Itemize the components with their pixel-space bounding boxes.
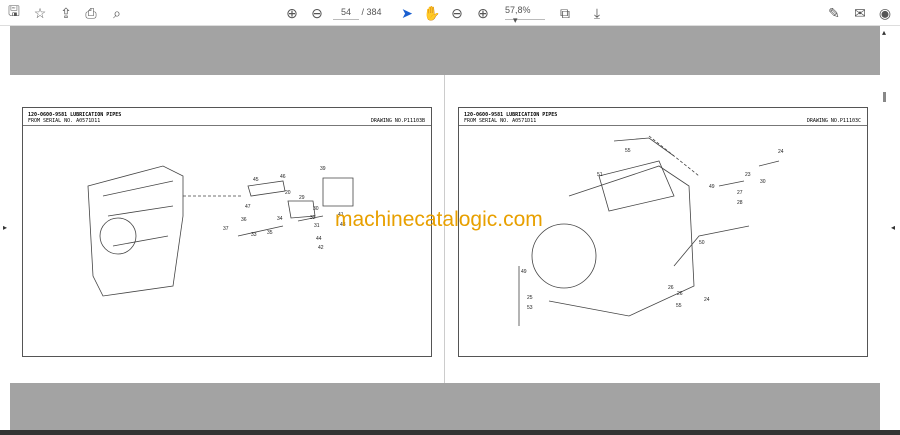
vertical-scrollbar[interactable]: ▴ ◂ [880,26,900,430]
parts-diagram-right: 55 51 24 23 30 49 27 28 50 49 25 26 26 5… [518,135,784,326]
part-label: 29 [299,195,305,201]
part-label: 53 [527,305,533,311]
left-panel-handle[interactable]: ▸ [0,26,10,430]
page-navigator: / 384 [333,5,382,20]
scroll-up-icon[interactable]: ▴ [882,28,886,37]
select-cursor-icon[interactable]: ➤ [397,3,417,23]
part-label: 20 [285,190,291,196]
hand-tool-icon[interactable]: ✋ [422,3,442,23]
bookmark-star-icon[interactable]: ☆ [30,3,50,23]
part-label: 31 [314,223,320,229]
page-number-input[interactable] [333,5,359,20]
drawing-number: DRAWING NO.P11103B [370,118,425,124]
chevron-down-icon: ▾ [513,15,518,25]
drawing-number: DRAWING NO.P11103C [806,118,861,124]
scrolling-mode-icon[interactable]: ⤓ [587,3,607,23]
bottom-bar [0,430,900,435]
part-label: 26 [677,291,683,297]
serial-number: FROM SERIAL NO. A0571D11 [464,118,537,124]
part-label: 55 [676,303,682,309]
part-label: 45 [253,177,259,183]
zoom-out-icon[interactable]: ⊖ [447,3,467,23]
toolbar: 🖫 ☆ ⇪ ⎙ ⌕ ⊕ ⊖ / 384 ➤ ✋ ⊖ ⊕ 57,8% ▾ ⧉ ⤓ … [0,0,900,26]
part-label: 49 [521,269,527,275]
parts-diagram-left: 45 46 47 39 20 29 30 41 43 36 34 37 33 3… [87,165,354,297]
part-label: 28 [737,200,743,206]
part-label: 23 [745,172,751,178]
part-label: 24 [778,149,784,155]
part-label: 36 [241,217,247,223]
drawing-frame-right: 120-0600-9581 LUBRICATION PIPES FROM SER… [458,107,868,357]
zoom-select[interactable]: 57,8% ▾ [505,5,545,25]
part-label: 42 [318,245,324,251]
part-label: 37 [223,226,229,232]
print-icon[interactable]: ⎙ [81,3,101,23]
drawing-frame-left: 120-0600-9581 LUBRICATION PIPES FROM SER… [22,107,432,357]
account-icon[interactable]: ◉ [875,3,895,23]
zoom-value: 57,8% [505,5,531,15]
part-label: 49 [709,184,715,190]
serial-number: FROM SERIAL NO. A0571D11 [28,118,101,124]
previous-page-button[interactable]: ⊕ [282,3,302,23]
next-page-button[interactable]: ⊖ [307,3,327,23]
sign-icon[interactable]: ✎ [824,3,844,23]
part-label: 55 [625,148,631,154]
part-label: 27 [737,190,743,196]
part-label: 50 [699,240,705,246]
expand-right-icon[interactable]: ◂ [891,223,895,232]
mail-icon[interactable]: ✉ [850,3,870,23]
part-label: 32 [310,215,316,221]
part-label: 44 [316,236,322,242]
part-label: 46 [280,174,286,180]
part-label: 47 [245,204,251,210]
part-label: 30 [313,206,319,212]
cloud-upload-icon[interactable]: ⇪ [56,3,76,23]
total-pages: / 384 [361,7,382,17]
fit-page-icon[interactable]: ⧉ [555,3,575,23]
search-icon[interactable]: ⌕ [107,3,127,23]
part-label: 30 [760,179,766,185]
part-label: 51 [597,172,603,178]
part-label: 34 [277,216,283,222]
part-label: 24 [704,297,710,303]
save-icon[interactable]: 🖫 [4,3,24,23]
part-label: 26 [668,285,674,291]
part-label: 39 [320,166,326,172]
scrollbar-thumb[interactable] [883,92,886,102]
part-label: 35 [267,230,273,236]
watermark: machinecatalogic.com [335,208,543,231]
expand-left-icon: ▸ [3,223,8,232]
zoom-in-icon[interactable]: ⊕ [473,3,493,23]
part-label: 25 [527,295,533,301]
part-label: 33 [251,232,257,238]
